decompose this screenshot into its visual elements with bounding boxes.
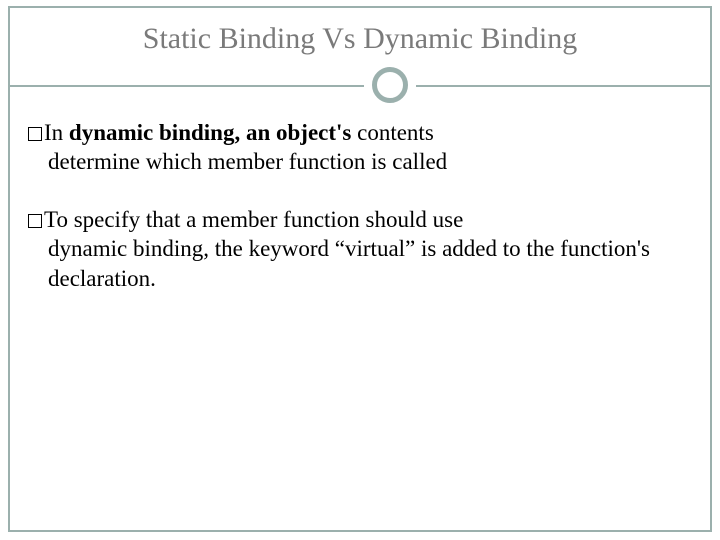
square-bullet-icon: [28, 127, 42, 141]
square-bullet-icon: [28, 214, 42, 228]
bullet-continuation: determine which member function is calle…: [48, 147, 680, 176]
bullet-continuation: dynamic binding, the keyword “virtual” i…: [48, 234, 680, 293]
bullet-bold: dynamic binding, an object's: [69, 120, 351, 145]
bullet-lead: To specify that a member function should…: [44, 207, 463, 232]
bullet-item: In dynamic binding, an object's contents…: [28, 118, 680, 177]
divider-line: [10, 85, 710, 87]
slide-title: Static Binding Vs Dynamic Binding: [0, 22, 720, 56]
slide-body: In dynamic binding, an object's contents…: [28, 118, 680, 321]
bullet-lead: In: [44, 120, 69, 145]
ring-ornament-icon: [372, 67, 408, 103]
slide: Static Binding Vs Dynamic Binding In dyn…: [0, 0, 720, 540]
bullet-item: To specify that a member function should…: [28, 205, 680, 293]
bullet-tail: contents: [351, 120, 433, 145]
